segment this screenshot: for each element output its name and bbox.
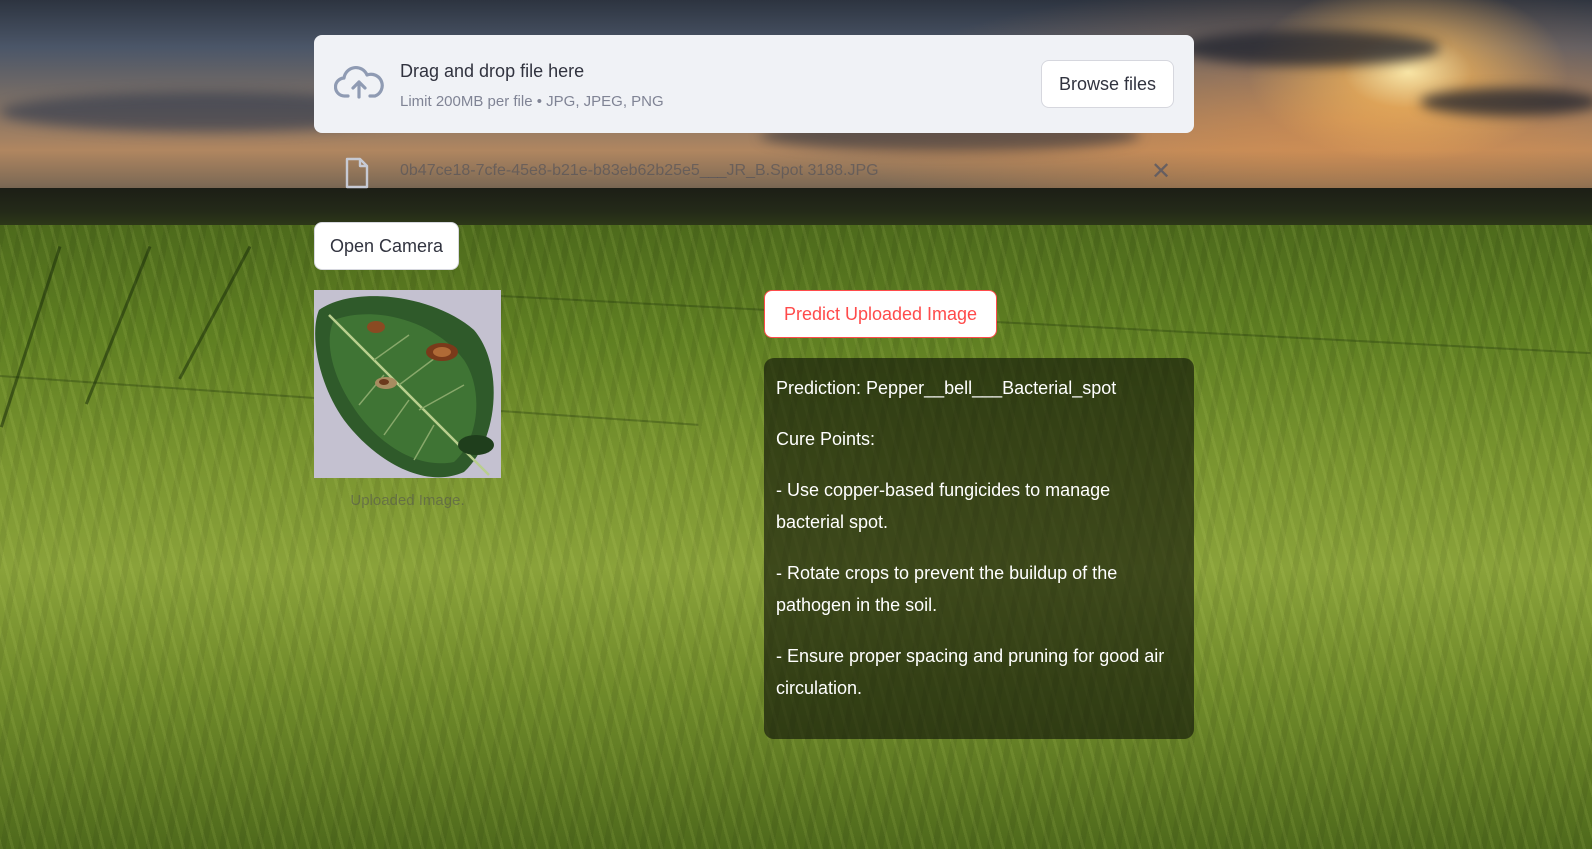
image-caption: Uploaded Image. (350, 492, 465, 509)
cure-point: - Ensure proper spacing and pruning for … (776, 646, 1165, 698)
prediction-text: Prediction: Pepper__bell___Bacterial_spo… (776, 378, 1117, 398)
file-dropzone[interactable]: Drag and drop file here Limit 200MB per … (314, 35, 1194, 133)
leaf-image (314, 290, 501, 478)
open-camera-button[interactable]: Open Camera (314, 222, 459, 270)
file-icon (345, 157, 369, 189)
cloud (1180, 30, 1440, 66)
cure-points-heading: Cure Points: (776, 429, 876, 449)
uploaded-file-name: 0b47ce18-7cfe-45e8-b21e-b83eb62b25e5___J… (400, 162, 879, 179)
cloud-upload-icon (334, 65, 384, 99)
prediction-result-panel: Prediction: Pepper__bell___Bacterial_spo… (764, 358, 1194, 739)
uploaded-image (314, 290, 501, 478)
browse-files-button[interactable]: Browse files (1041, 60, 1174, 108)
uploaded-file-row: 0b47ce18-7cfe-45e8-b21e-b83eb62b25e5___J… (314, 150, 1194, 196)
dropzone-title: Drag and drop file here (400, 61, 585, 81)
cure-point: - Use copper-based fungicides to manage … (776, 480, 1111, 532)
remove-file-icon[interactable]: ✕ (1146, 156, 1176, 186)
dropzone-limit-text: Limit 200MB per file • JPG, JPEG, PNG (400, 93, 664, 110)
cloud (1420, 88, 1592, 116)
predict-uploaded-image-button[interactable]: Predict Uploaded Image (764, 290, 997, 338)
cure-point: - Rotate crops to prevent the buildup of… (776, 563, 1118, 615)
